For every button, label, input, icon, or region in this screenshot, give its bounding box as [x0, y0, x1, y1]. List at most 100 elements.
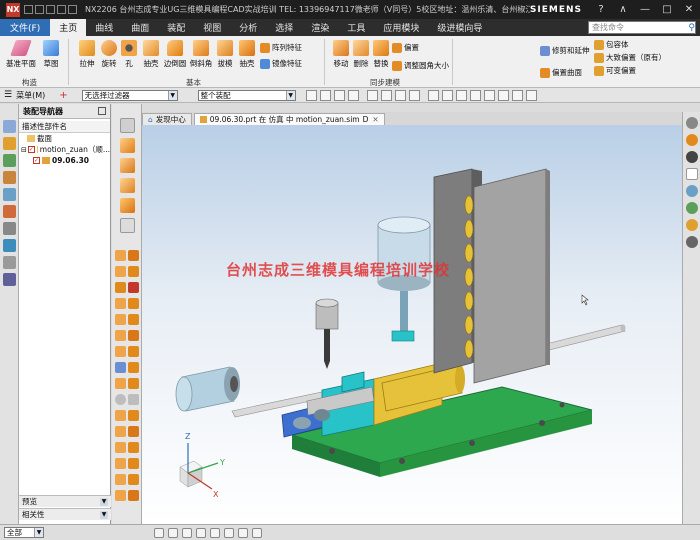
replace-face-button[interactable]: 替换 — [368, 40, 394, 69]
cone-icon[interactable] — [128, 410, 139, 421]
subtract-icon[interactable] — [128, 426, 139, 437]
dependencies-panel-toggle[interactable]: 相关性 ▼ — [19, 508, 111, 520]
trimetric-view-icon[interactable] — [120, 158, 135, 173]
thicken-icon[interactable] — [115, 474, 126, 485]
rough-offset-button[interactable]: 大致偏置（原有） — [594, 52, 666, 63]
process-studio-icon[interactable] — [3, 222, 16, 235]
material-library-icon[interactable] — [686, 202, 698, 214]
view-zoom-icon[interactable] — [380, 89, 392, 101]
preview-panel-toggle[interactable]: 预览 ▼ — [19, 495, 111, 507]
snap-point-icon[interactable] — [305, 89, 317, 101]
tab-view[interactable]: 视图 — [194, 19, 230, 36]
cylinder-icon[interactable] — [128, 394, 139, 405]
perspective-icon[interactable] — [128, 362, 139, 373]
tree-node-sections[interactable]: 截面 — [19, 133, 110, 144]
sphere-icon[interactable] — [115, 394, 126, 405]
measure-icon[interactable] — [115, 490, 126, 501]
show-hide-eye-icon[interactable] — [686, 236, 698, 248]
menu-button[interactable]: 菜单(M) — [16, 90, 45, 101]
work-layer-icon[interactable] — [525, 89, 537, 101]
search-icon[interactable]: ⚲ — [688, 23, 695, 33]
part-navigator-icon[interactable] — [3, 154, 16, 167]
offset-surface-button[interactable]: 偏置曲面 — [540, 67, 582, 78]
assembly-navigator-icon[interactable] — [3, 120, 16, 133]
tab-discovery-center[interactable]: ⌂ 发现中心 — [142, 113, 192, 125]
status-icon-2[interactable] — [168, 527, 178, 538]
snap-endpoint-icon[interactable] — [319, 89, 331, 101]
selection-scope-dropdown[interactable]: 整个装配 ▼ — [197, 89, 296, 101]
command-search-input[interactable]: 查找命令 ⚲ — [588, 21, 696, 34]
tab-tools[interactable]: 工具 — [338, 19, 374, 36]
pattern-feature-button[interactable]: 阵列特征 — [260, 42, 302, 53]
appearance-icon[interactable] — [686, 185, 698, 197]
wireframe-icon[interactable] — [115, 250, 126, 261]
save-icon[interactable] — [24, 5, 33, 14]
tab-file[interactable]: 文件(F) — [0, 19, 51, 36]
tab-analysis[interactable]: 分析 — [230, 19, 266, 36]
eye-icon[interactable] — [686, 151, 698, 163]
sketch-button[interactable]: 草图 — [38, 40, 64, 69]
collapse-ribbon-icon[interactable]: ∧ — [612, 0, 634, 19]
cut-icon[interactable] — [57, 5, 66, 14]
mirror-feature-button[interactable]: 镜像特征 — [260, 58, 302, 69]
edit-object-display-icon[interactable] — [511, 89, 523, 101]
tree-node-motion-assembly[interactable]: ⊟ ✓ motion_zuan（顺... — [19, 144, 110, 155]
snap-icon[interactable]: + — [59, 90, 67, 101]
graphics-window[interactable]: Z Y X 台州志成三维模具编程培训学校 — [142, 125, 682, 524]
trim-body-icon[interactable] — [128, 442, 139, 453]
help-icon[interactable]: ? — [590, 0, 612, 19]
shading-icon[interactable] — [686, 219, 698, 231]
snap-center-icon[interactable] — [347, 89, 359, 101]
shell-feature-button[interactable]: 抽壳 — [234, 40, 260, 69]
emboss-icon[interactable] — [128, 474, 139, 485]
layer-icon[interactable] — [483, 89, 495, 101]
view-rotate-icon[interactable] — [394, 89, 406, 101]
tab-surface[interactable]: 曲面 — [122, 19, 158, 36]
tab-select[interactable]: 选择 — [266, 19, 302, 36]
minimize-button[interactable]: — — [634, 0, 656, 19]
edge-visibility-icon[interactable] — [120, 118, 135, 133]
orient-icon[interactable] — [115, 314, 126, 325]
lighting-icon[interactable] — [115, 362, 126, 373]
tab-render[interactable]: 渲染 — [302, 19, 338, 36]
intersect-icon[interactable] — [115, 442, 126, 453]
redo-icon[interactable] — [46, 5, 55, 14]
roles-icon[interactable] — [3, 239, 16, 252]
visibility-checkbox[interactable]: ✓ — [33, 157, 40, 164]
layer-settings-icon[interactable] — [115, 378, 126, 389]
face-analysis-icon[interactable] — [115, 266, 126, 277]
partial-shade-icon[interactable] — [128, 266, 139, 277]
column-header-part-name[interactable]: 描述性部件名 — [19, 121, 110, 133]
block-icon[interactable] — [115, 410, 126, 421]
dock-icon[interactable] — [98, 107, 106, 115]
close-button[interactable]: ✕ — [678, 0, 700, 19]
variable-offset-button[interactable]: 可变偏置 — [594, 65, 636, 76]
translucency-icon[interactable] — [128, 346, 139, 357]
split-body-icon[interactable] — [115, 458, 126, 469]
front-view-icon[interactable] — [120, 178, 135, 193]
constraint-navigator-icon[interactable] — [3, 137, 16, 150]
hd3d-tools-icon[interactable] — [3, 273, 16, 286]
tab-assembly[interactable]: 装配 — [158, 19, 194, 36]
hide-icon[interactable] — [128, 314, 139, 325]
tab-home[interactable]: 主页 — [50, 19, 87, 36]
top-view-icon[interactable] — [120, 198, 135, 213]
edge-blend-button[interactable]: 边倒圆 — [162, 40, 188, 69]
status-icon-3[interactable] — [182, 527, 192, 538]
tab-curve[interactable]: 曲线 — [86, 19, 122, 36]
close-tab-icon[interactable]: ✕ — [372, 115, 378, 124]
visibility-icon[interactable] — [686, 117, 698, 129]
status-icon-4[interactable] — [196, 527, 206, 538]
section-icon[interactable] — [128, 282, 139, 293]
chamfer-button[interactable]: 倒斜角 — [188, 40, 214, 69]
section-view-icon[interactable] — [455, 89, 467, 101]
reuse-library-icon[interactable] — [3, 171, 16, 184]
status-icon-6[interactable] — [224, 527, 234, 538]
material-icon[interactable] — [128, 298, 139, 309]
hidden-wire-icon[interactable] — [128, 250, 139, 261]
isolate-icon[interactable] — [128, 330, 139, 341]
maximize-button[interactable]: □ — [656, 0, 678, 19]
tab-applications[interactable]: 应用模块 — [374, 19, 428, 36]
view-pan-icon[interactable] — [408, 89, 420, 101]
shell-button[interactable]: 抽壳 — [138, 40, 164, 69]
